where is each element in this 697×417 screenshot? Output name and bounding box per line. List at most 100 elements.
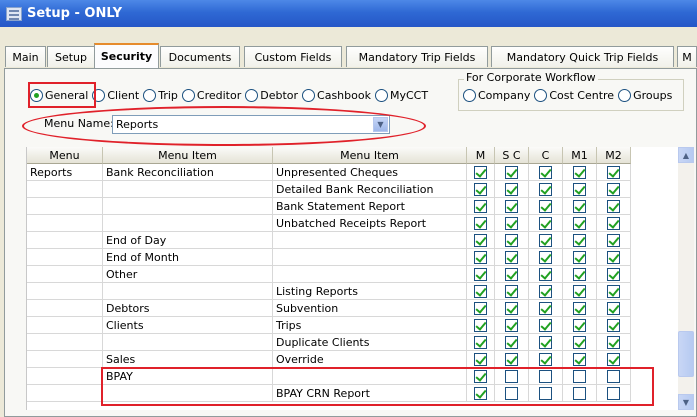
checkbox-m1[interactable] [573,216,586,230]
tab-setup[interactable]: Setup [47,46,95,67]
radio-groups[interactable]: Groups [618,88,672,102]
scroll-thumb[interactable] [678,331,694,377]
checkbox-sc[interactable] [505,182,518,196]
checkbox-m[interactable] [474,352,487,366]
vertical-scrollbar[interactable]: ▲ ▼ [678,147,694,410]
table-row[interactable]: Bank Statement Report [27,198,631,215]
checkbox-m2[interactable] [607,216,620,230]
checkbox-sc[interactable] [505,352,518,366]
header-menu[interactable]: Menu [27,147,103,164]
table-row[interactable]: Reports Bank Reconciliation Unpresented Ch… [27,164,631,181]
tab-security[interactable]: Security [94,43,159,68]
header-m[interactable]: M [467,147,495,164]
checkbox-sc[interactable] [505,233,518,247]
checkbox-m[interactable] [474,165,487,179]
table-row[interactable]: Debtors Subvention [27,300,631,317]
checkbox-m[interactable] [474,216,487,230]
checkbox-m1[interactable] [573,199,586,213]
header-menu-item-2[interactable]: Menu Item [273,147,467,164]
tab-custom-fields[interactable]: Custom Fields [244,46,342,67]
checkbox-m1[interactable] [573,165,586,179]
checkbox-m2[interactable] [607,250,620,264]
checkbox-c[interactable] [539,165,552,179]
checkbox-sc[interactable] [505,216,518,230]
checkbox-m1[interactable] [573,284,586,298]
checkbox-m[interactable] [474,284,487,298]
checkbox-m2[interactable] [607,284,620,298]
tab-mandatory-trip-fields[interactable]: Mandatory Trip Fields [346,46,488,67]
table-row[interactable]: End of Month [27,249,631,266]
checkbox-m[interactable] [474,318,487,332]
checkbox-m1[interactable] [573,335,586,349]
checkbox-sc[interactable] [505,301,518,315]
checkbox-m1[interactable] [573,301,586,315]
table-row[interactable]: Clients Trips [27,317,631,334]
checkbox-c[interactable] [539,267,552,281]
checkbox-m2[interactable] [607,301,620,315]
checkbox-m[interactable] [474,267,487,281]
checkbox-m2[interactable] [607,165,620,179]
radio-trip[interactable]: Trip [143,88,178,102]
radio-cost-centre[interactable]: Cost Centre [534,88,614,102]
table-row[interactable]: Detailed Bank Reconciliation [27,181,631,198]
table-row[interactable]: Sales Override [27,351,631,368]
scroll-down-icon[interactable]: ▼ [678,394,694,410]
checkbox-m1[interactable] [573,233,586,247]
checkbox-c[interactable] [539,318,552,332]
checkbox-m2[interactable] [607,267,620,281]
checkbox-m[interactable] [474,199,487,213]
checkbox-m1[interactable] [573,352,586,366]
table-row[interactable]: Listing Reports [27,283,631,300]
radio-cashbook[interactable]: Cashbook [302,88,371,102]
checkbox-m[interactable] [474,335,487,349]
radio-client[interactable]: Client [92,88,139,102]
checkbox-m2[interactable] [607,199,620,213]
checkbox-sc[interactable] [505,284,518,298]
tab-mandatory-quick-trip-fields[interactable]: Mandatory Quick Trip Fields [491,46,674,67]
checkbox-sc[interactable] [505,165,518,179]
checkbox-m[interactable] [474,250,487,264]
tab-documents[interactable]: Documents [160,46,240,67]
checkbox-c[interactable] [539,250,552,264]
checkbox-m1[interactable] [573,182,586,196]
radio-company[interactable]: Company [463,88,530,102]
checkbox-c[interactable] [539,182,552,196]
checkbox-m[interactable] [474,233,487,247]
checkbox-m1[interactable] [573,318,586,332]
scroll-up-icon[interactable]: ▲ [678,147,694,163]
header-c[interactable]: C [529,147,563,164]
checkbox-m1[interactable] [573,250,586,264]
checkbox-c[interactable] [539,233,552,247]
header-sc[interactable]: S C [495,147,529,164]
checkbox-m2[interactable] [607,233,620,247]
checkbox-m[interactable] [474,301,487,315]
table-row[interactable]: Duplicate Clients [27,334,631,351]
checkbox-m[interactable] [474,182,487,196]
checkbox-sc[interactable] [505,318,518,332]
checkbox-sc[interactable] [505,335,518,349]
checkbox-c[interactable] [539,352,552,366]
header-m2[interactable]: M2 [597,147,631,164]
checkbox-c[interactable] [539,284,552,298]
checkbox-c[interactable] [539,216,552,230]
checkbox-m1[interactable] [573,267,586,281]
header-menu-item[interactable]: Menu Item [103,147,273,164]
checkbox-m2[interactable] [607,318,620,332]
checkbox-m2[interactable] [607,182,620,196]
table-row[interactable]: End of Day [27,232,631,249]
tab-overflow[interactable]: M [677,46,697,67]
table-row[interactable]: Unbatched Receipts Report [27,215,631,232]
checkbox-sc[interactable] [505,199,518,213]
radio-creditor[interactable]: Creditor [181,88,241,102]
radio-debtor[interactable]: Debtor [245,88,298,102]
checkbox-c[interactable] [539,301,552,315]
checkbox-sc[interactable] [505,250,518,264]
checkbox-m2[interactable] [607,352,620,366]
header-m1[interactable]: M1 [563,147,597,164]
tab-main[interactable]: Main [5,46,46,67]
table-row[interactable]: Other [27,266,631,283]
checkbox-c[interactable] [539,335,552,349]
radio-mycct[interactable]: MyCCT [374,88,428,102]
checkbox-m2[interactable] [607,335,620,349]
checkbox-sc[interactable] [505,267,518,281]
